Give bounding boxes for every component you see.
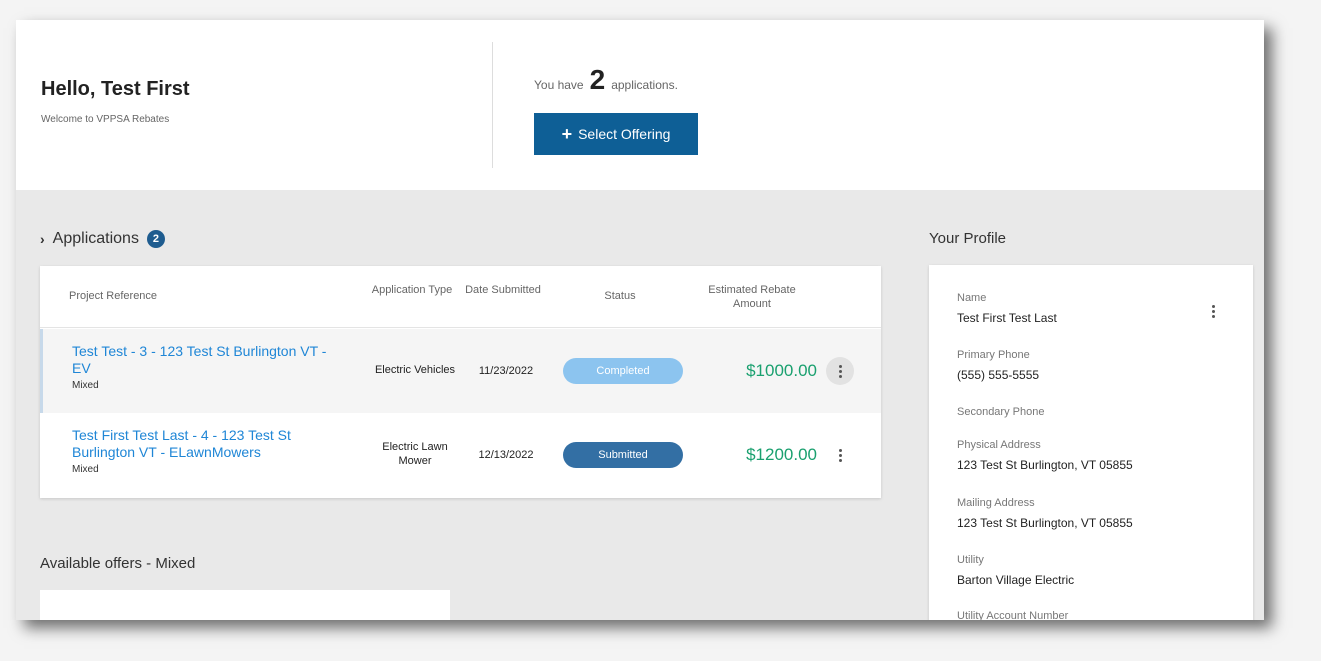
project-reference-cell: Test First Test Last - 4 - 123 Test St B… [72,427,347,475]
project-subtype: Mixed [72,379,99,391]
row-menu-button[interactable] [826,357,854,385]
profile-card: Name Test First Test Last Primary Phone … [929,265,1253,620]
profile-value: Barton Village Electric [957,573,1075,587]
applications-toggle[interactable]: › Applications 2 [40,230,165,248]
profile-field-secondary-phone: Secondary Phone [957,406,1044,418]
table-row: Test First Test Last - 4 - 123 Test St B… [40,413,881,497]
welcome-text: Welcome to VPPSA Rebates [41,114,170,125]
applications-table: Project Reference Application Type Date … [40,266,881,498]
applications-title: Applications [52,230,139,247]
status-badge: Completed [563,358,683,384]
profile-label: Mailing Address [957,497,1035,509]
rebate-amount-cell: $1000.00 [746,361,817,380]
more-vertical-icon [1211,304,1215,318]
profile-value: 123 Test St Burlington, VT 05855 [957,458,1133,472]
profile-value: 123 Test St Burlington, VT 05855 [957,516,1133,530]
select-offering-button[interactable]: + Select Offering [534,113,698,155]
profile-field-physical-address: Physical Address 123 Test St Burlington,… [957,439,1133,472]
greeting-heading: Hello, Test First [41,78,190,100]
column-status: Status [604,290,636,302]
offer-card[interactable] [40,590,450,620]
project-reference-cell: Test Test - 3 - 123 Test St Burlington V… [72,343,347,391]
plus-icon: + [561,124,573,144]
profile-value: Test First Test Last [957,311,1057,325]
hero-divider [492,42,493,168]
status-badge: Submitted [563,442,683,468]
project-reference-link[interactable]: Test Test - 3 - 123 Test St Burlington V… [72,343,347,377]
table-row: Test Test - 3 - 123 Test St Burlington V… [40,329,881,413]
row-menu-button[interactable] [826,441,854,469]
date-submitted-cell: 11/23/2022 [478,365,534,377]
available-offers-title: Available offers - Mixed [40,555,196,572]
profile-label: Primary Phone [957,349,1030,361]
app-window: Hello, Test First Welcome to VPPSA Rebat… [16,20,1264,620]
select-offering-label: Select Offering [578,126,671,142]
profile-label: Secondary Phone [957,406,1045,418]
profile-field-name: Name Test First Test Last [957,292,1057,325]
welcome-panel: Hello, Test First Welcome to VPPSA Rebat… [16,20,1264,190]
table-header: Project Reference Application Type Date … [40,266,881,328]
column-project-reference: Project Reference [69,290,158,302]
profile-value: (555) 555-5555 [957,368,1040,382]
application-type-cell: Electric Lawn Mower [382,441,448,467]
column-estimated-rebate: Estimated Rebate Amount [692,284,812,312]
profile-field-primary-phone: Primary Phone (555) 555-5555 [957,349,1039,382]
profile-label: Utility [957,554,984,566]
profile-field-utility: Utility Barton Village Electric [957,554,1074,587]
count-suffix: applications. [611,78,678,92]
project-subtype: Mixed [72,463,99,475]
profile-label: Name [957,292,987,304]
profile-field-utility-account-number: Utility Account Number [957,610,1068,620]
more-vertical-icon [838,448,842,462]
column-date-submitted: Date Submitted [460,284,546,298]
project-reference-link[interactable]: Test First Test Last - 4 - 123 Test St B… [72,427,347,461]
column-application-type: Application Type [364,284,460,298]
column-date-submitted-label: Date Submitted [465,284,541,296]
more-vertical-icon [838,364,842,378]
count-value: 2 [589,64,606,95]
profile-title: Your Profile [929,230,1006,247]
column-estimated-rebate-label: Estimated Rebate Amount [708,284,796,310]
applications-count-badge: 2 [146,230,165,248]
profile-label: Physical Address [957,439,1041,451]
column-application-type-label: Application Type [371,284,453,296]
profile-menu-button[interactable] [1199,297,1227,325]
rebate-amount-cell: $1200.00 [746,445,817,464]
application-count: You have 2 applications. [534,66,678,94]
profile-label: Utility Account Number [957,610,1069,620]
count-prefix: You have [534,78,584,92]
application-type-cell: Electric Vehicles [374,364,456,377]
date-submitted-cell: 12/13/2022 [478,449,534,461]
profile-field-mailing-address: Mailing Address 123 Test St Burlington, … [957,497,1133,530]
chevron-right-icon: › [40,231,45,247]
